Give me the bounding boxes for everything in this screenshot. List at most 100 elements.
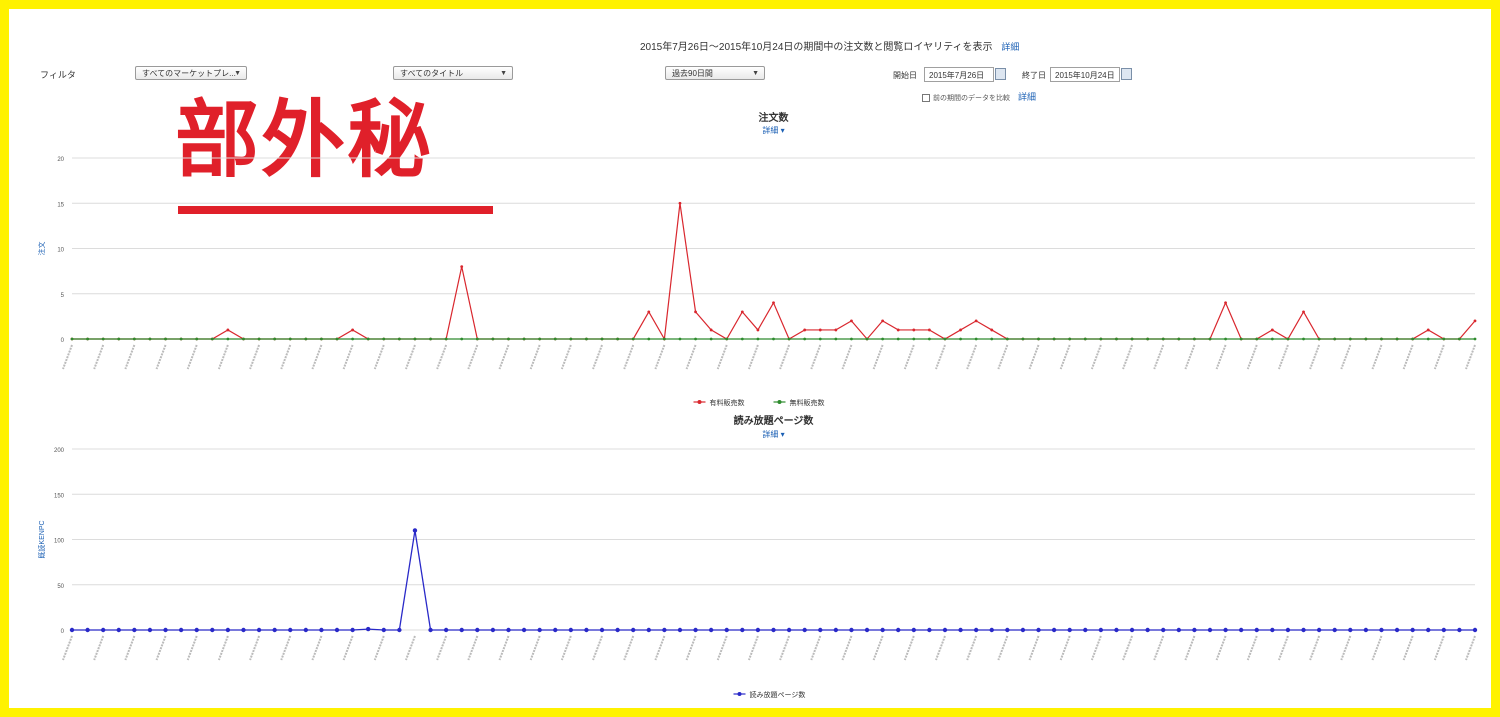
data-point bbox=[241, 627, 246, 633]
data-point bbox=[195, 337, 199, 341]
data-point bbox=[335, 337, 339, 341]
data-point bbox=[568, 627, 574, 633]
data-point bbox=[631, 337, 635, 341]
data-point bbox=[896, 337, 900, 341]
x-tick-label bbox=[935, 344, 946, 370]
data-point bbox=[833, 627, 839, 633]
legend-marker bbox=[777, 400, 782, 404]
data-point bbox=[1472, 627, 1478, 633]
data-point bbox=[1130, 337, 1134, 341]
data-point bbox=[1239, 337, 1243, 341]
y-tick-label: 50 bbox=[57, 584, 64, 590]
data-point bbox=[70, 337, 74, 341]
data-point bbox=[1068, 337, 1072, 341]
data-point bbox=[771, 627, 776, 633]
x-tick-label bbox=[62, 635, 73, 661]
x-tick-label bbox=[1277, 344, 1289, 370]
data-point bbox=[475, 627, 480, 633]
data-point bbox=[834, 328, 838, 332]
data-point bbox=[444, 337, 448, 341]
series-line bbox=[72, 203, 1476, 341]
chart-details-link[interactable]: 詳細 ▾ bbox=[762, 429, 784, 439]
data-point bbox=[397, 337, 401, 341]
data-point bbox=[896, 627, 901, 633]
data-point bbox=[786, 627, 792, 633]
data-point bbox=[959, 337, 962, 341]
x-tick-label bbox=[186, 635, 198, 661]
data-point bbox=[351, 337, 354, 341]
data-point bbox=[1473, 337, 1477, 341]
x-tick-label bbox=[1371, 344, 1383, 370]
data-point bbox=[382, 337, 386, 341]
x-tick-label bbox=[1433, 344, 1445, 370]
data-point bbox=[881, 337, 885, 341]
data-point bbox=[740, 337, 744, 341]
x-tick-label bbox=[1090, 635, 1102, 661]
legend-marker bbox=[697, 400, 702, 404]
data-point bbox=[163, 627, 168, 633]
data-point bbox=[1161, 337, 1165, 341]
x-tick-label bbox=[62, 344, 73, 370]
x-tick-label bbox=[1277, 635, 1289, 661]
data-point bbox=[1332, 627, 1337, 633]
x-tick-label bbox=[342, 635, 354, 661]
x-tick-label bbox=[436, 344, 448, 370]
x-tick-label bbox=[373, 344, 385, 370]
data-point bbox=[880, 627, 885, 633]
x-tick-label bbox=[529, 635, 541, 661]
x-tick-label bbox=[498, 635, 510, 661]
legend-marker bbox=[737, 692, 742, 696]
data-point bbox=[974, 337, 978, 341]
chart-title: 注文数 bbox=[759, 111, 790, 124]
data-point bbox=[990, 337, 994, 341]
x-tick-label bbox=[997, 635, 1009, 661]
data-point bbox=[584, 627, 589, 633]
data-point bbox=[585, 337, 588, 341]
x-tick-label bbox=[1246, 344, 1258, 370]
data-point bbox=[460, 265, 464, 268]
x-tick-label bbox=[1028, 635, 1040, 661]
data-point bbox=[740, 310, 744, 314]
x-tick-label bbox=[1215, 635, 1227, 661]
x-tick-label bbox=[966, 344, 978, 370]
data-point bbox=[148, 337, 152, 341]
data-point bbox=[990, 328, 994, 332]
data-point bbox=[553, 337, 557, 341]
x-tick-label bbox=[1465, 635, 1476, 661]
data-point bbox=[366, 337, 370, 341]
data-point bbox=[226, 337, 230, 341]
chart-details-link[interactable]: 詳細 ▾ bbox=[762, 125, 784, 135]
x-tick-label bbox=[747, 635, 759, 661]
x-tick-label bbox=[810, 344, 822, 370]
data-point bbox=[1270, 337, 1274, 341]
data-point bbox=[507, 337, 510, 341]
data-point bbox=[506, 627, 511, 633]
legend-label: 読み放題ページ数 bbox=[750, 690, 806, 699]
data-point bbox=[599, 627, 605, 633]
x-tick-label bbox=[1402, 344, 1414, 370]
x-tick-label bbox=[1184, 344, 1196, 370]
data-point bbox=[677, 627, 683, 633]
x-tick-label bbox=[280, 344, 292, 370]
data-point bbox=[475, 337, 479, 341]
data-point bbox=[412, 528, 418, 533]
data-point bbox=[787, 337, 791, 341]
data-point bbox=[1458, 337, 1461, 341]
data-point bbox=[912, 337, 916, 341]
x-tick-label bbox=[1340, 344, 1352, 370]
data-point bbox=[1411, 337, 1415, 341]
data-point bbox=[1193, 337, 1196, 341]
data-point bbox=[521, 627, 527, 633]
data-point bbox=[802, 627, 807, 633]
chart-2: 読み放題ページ数詳細 ▾050100150200既読KENPC読み放題ページ数 bbox=[37, 414, 1478, 699]
data-point bbox=[1270, 328, 1274, 332]
x-tick-label bbox=[997, 344, 1009, 370]
data-point bbox=[1270, 627, 1275, 633]
data-point bbox=[100, 627, 106, 633]
x-tick-label bbox=[841, 635, 853, 661]
data-point bbox=[397, 627, 402, 633]
series-line bbox=[72, 530, 1475, 631]
data-point bbox=[927, 627, 932, 633]
data-point bbox=[896, 328, 900, 332]
x-tick-label bbox=[1153, 635, 1165, 661]
